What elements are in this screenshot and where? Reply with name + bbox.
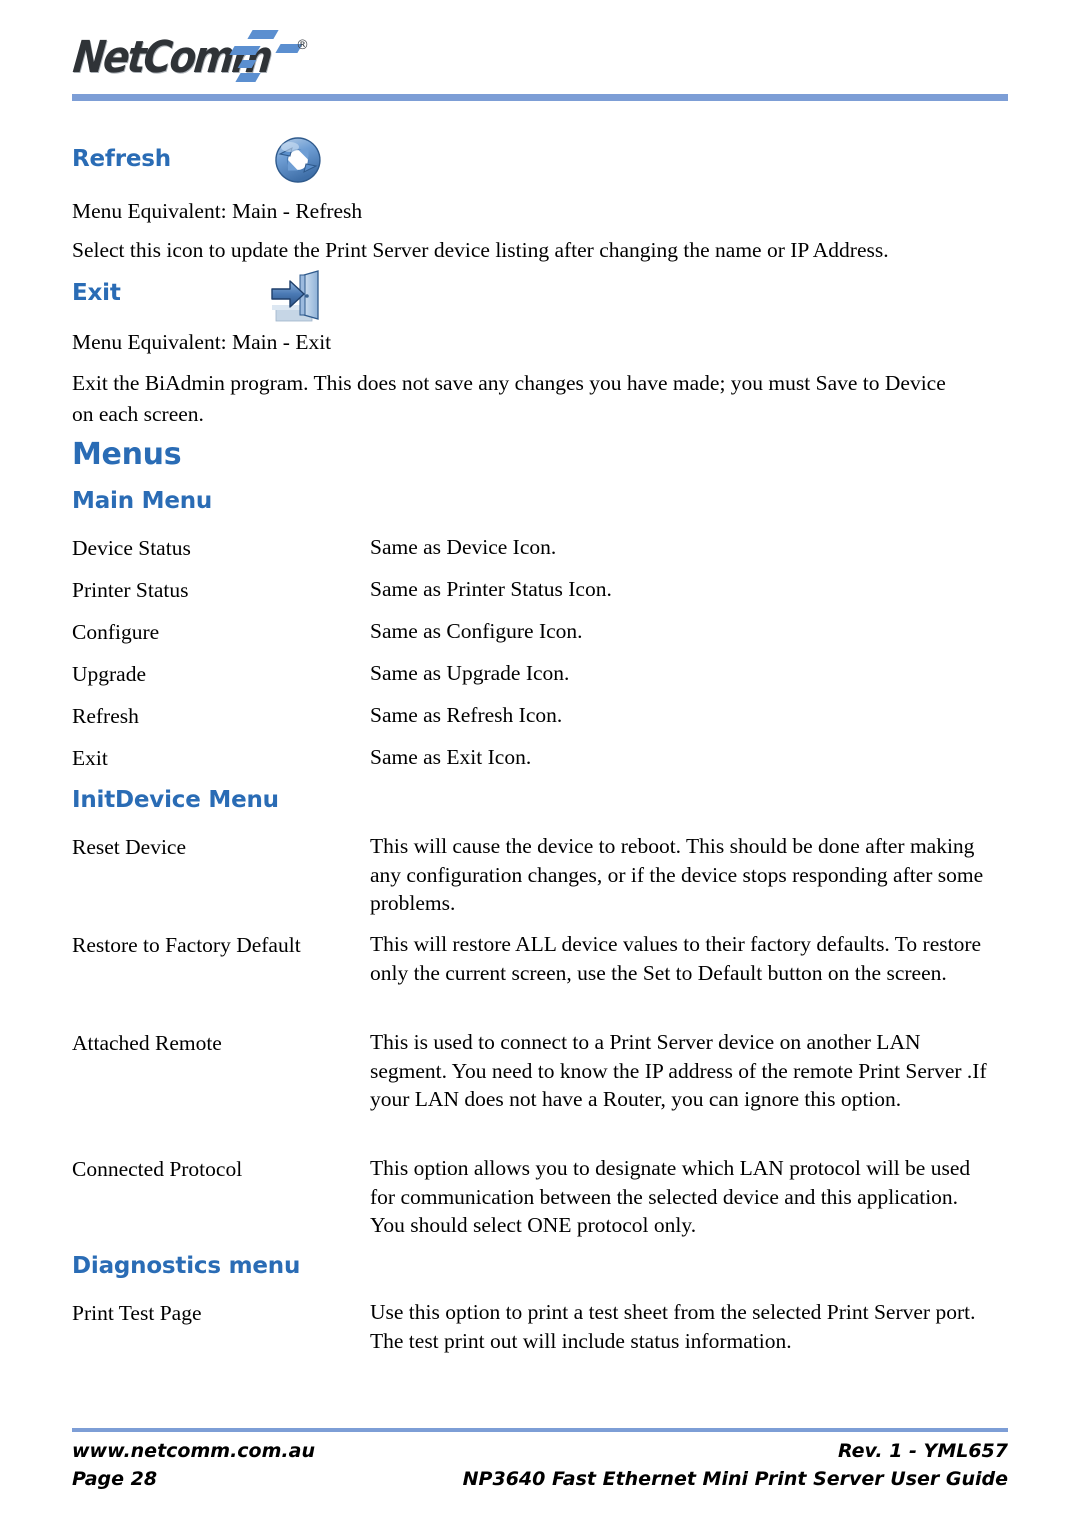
term-refresh: Refresh bbox=[72, 704, 139, 728]
term-reset-device: Reset Device bbox=[72, 835, 187, 859]
desc-refresh: Same as Refresh Icon. bbox=[370, 703, 563, 727]
desc-device-status: Same as Device Icon. bbox=[370, 535, 557, 559]
menus-heading: Menus bbox=[72, 437, 182, 472]
term-attached-remote: Attached Remote bbox=[72, 1031, 222, 1055]
term-configure: Configure bbox=[72, 620, 160, 644]
exit-menu-equivalent: Menu Equivalent: Main - Exit bbox=[72, 330, 332, 354]
exit-heading: Exit bbox=[72, 280, 121, 306]
term-print-test-page: Print Test Page bbox=[72, 1301, 202, 1325]
term-connected-protocol: Connected Protocol bbox=[72, 1157, 243, 1181]
desc-connected-protocol: This option allows you to designate whic… bbox=[370, 1156, 971, 1237]
initdevice-menu-heading: InitDevice Menu bbox=[72, 787, 279, 813]
footer-website: www.netcomm.com.au bbox=[72, 1440, 315, 1462]
refresh-menu-equivalent: Menu Equivalent: Main - Refresh bbox=[72, 199, 363, 223]
desc-print-test-page: Use this option to print a test sheet fr… bbox=[370, 1300, 976, 1353]
term-restore-factory-default: Restore to Factory Default bbox=[72, 933, 301, 957]
refresh-heading: Refresh bbox=[72, 146, 171, 172]
term-upgrade: Upgrade bbox=[72, 662, 147, 686]
desc-exit: Same as Exit Icon. bbox=[370, 745, 532, 769]
desc-configure: Same as Configure Icon. bbox=[370, 619, 583, 643]
exit-description: Exit the BiAdmin program. This does not … bbox=[72, 371, 946, 426]
footer-divider bbox=[72, 1428, 1008, 1432]
desc-restore-factory-default: This will restore ALL device values to t… bbox=[370, 932, 982, 985]
refresh-circular-arrow-icon bbox=[272, 134, 324, 186]
footer-page-number: Page 28 bbox=[72, 1468, 158, 1490]
footer-revision: Rev. 1 - YML657 bbox=[837, 1440, 1008, 1462]
exit-door-arrow-icon bbox=[266, 269, 324, 327]
term-printer-status: Printer Status bbox=[72, 578, 189, 602]
term-exit: Exit bbox=[72, 746, 108, 770]
header-divider bbox=[72, 94, 1008, 101]
netcomm-logo: NetComm ® bbox=[71, 28, 372, 90]
term-device-status: Device Status bbox=[72, 536, 191, 560]
document-page: NetComm ® Refresh Menu Equivalent: Main … bbox=[0, 0, 1080, 1529]
refresh-description: Select this icon to update the Print Ser… bbox=[72, 238, 889, 262]
registered-trademark-icon: ® bbox=[296, 38, 309, 53]
desc-upgrade: Same as Upgrade Icon. bbox=[370, 661, 570, 685]
page-header: NetComm ® bbox=[71, 28, 1008, 104]
desc-reset-device: This will cause the device to reboot. Th… bbox=[370, 834, 984, 915]
main-menu-heading: Main Menu bbox=[72, 488, 213, 514]
desc-attached-remote: This is used to connect to a Print Serve… bbox=[370, 1030, 987, 1111]
desc-printer-status: Same as Printer Status Icon. bbox=[370, 577, 612, 601]
logo-dash-icon bbox=[229, 46, 261, 55]
logo-dash-icon bbox=[247, 30, 279, 39]
diagnostics-menu-heading: Diagnostics menu bbox=[72, 1253, 301, 1279]
footer-guide-title: NP3640 Fast Ethernet Mini Print Server U… bbox=[462, 1468, 1008, 1490]
